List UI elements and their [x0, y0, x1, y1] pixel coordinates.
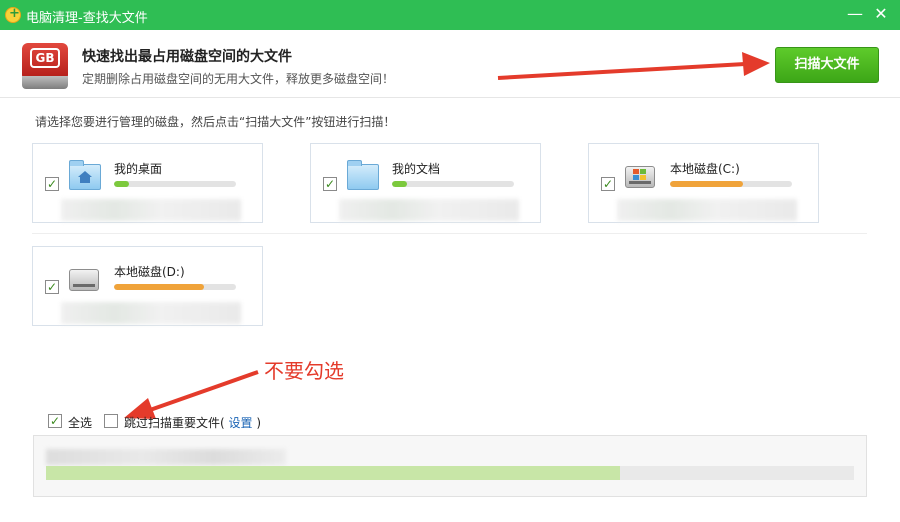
divider: [32, 233, 867, 234]
annotation-dont-check: 不要勾选: [264, 359, 344, 383]
select-all-label[interactable]: 全选: [68, 414, 92, 431]
window-title: 电脑清理-查找大文件: [26, 11, 148, 26]
drive-name: 我的文档: [392, 162, 441, 176]
drive-usage-bar: [670, 181, 792, 187]
settings-link[interactable]: 设置: [229, 416, 253, 430]
arrow-to-skip-checkbox: [124, 370, 259, 419]
drive-info-blurred: [617, 199, 797, 221]
drive-name: 我的桌面: [114, 162, 163, 176]
instruction-text: 请选择您要进行管理的磁盘，然后点击“扫描大文件”按钮进行扫描！: [35, 115, 396, 129]
drive-checkbox[interactable]: ✓: [323, 177, 337, 191]
close-button[interactable]: ✕: [870, 4, 892, 26]
progress-status-blurred: [46, 449, 286, 465]
large-file-gb-icon: GB: [22, 43, 68, 89]
drive-info-blurred: [61, 302, 241, 324]
drive-name: 本地磁盘(C:): [670, 162, 740, 176]
drive-card-desktop[interactable]: ✓ 我的桌面: [32, 143, 263, 223]
drive-card-d[interactable]: ✓ 本地磁盘(D:): [32, 246, 263, 326]
drive-info-blurred: [339, 199, 519, 221]
system-drive-icon: [625, 160, 657, 190]
drive-checkbox[interactable]: ✓: [45, 280, 59, 294]
title-bar: 电脑清理-查找大文件 — ✕: [0, 0, 900, 30]
scan-progress-fill: [46, 466, 620, 480]
drive-usage-bar: [114, 284, 236, 290]
app-logo-icon: [5, 6, 21, 23]
documents-folder-icon: [347, 160, 379, 190]
drive-card-c[interactable]: ✓ 本地磁盘(C:): [588, 143, 819, 223]
drive-usage-bar: [114, 181, 236, 187]
skip-important-close-paren: ): [256, 416, 262, 430]
skip-important-files-checkbox[interactable]: [104, 414, 118, 428]
drive-card-documents[interactable]: ✓ 我的文档: [310, 143, 541, 223]
skip-important-files-label[interactable]: 跳过扫描重要文件( 设置 ): [124, 414, 261, 431]
header-title: 快速找出最占用磁盘空间的大文件: [82, 49, 292, 65]
drive-checkbox[interactable]: ✓: [45, 177, 59, 191]
hard-drive-icon: [69, 263, 101, 293]
scan-large-files-button[interactable]: 扫描大文件: [775, 47, 879, 83]
scan-progress-panel: [33, 435, 867, 497]
drive-name: 本地磁盘(D:): [114, 265, 185, 279]
header: GB 快速找出最占用磁盘空间的大文件 定期删除占用磁盘空间的无用大文件，释放更多…: [0, 30, 900, 98]
select-all-checkbox[interactable]: ✓: [48, 414, 62, 428]
drive-usage-bar: [392, 181, 514, 187]
skip-important-text: 跳过扫描重要文件(: [124, 416, 225, 430]
scan-progress-bar: [46, 466, 854, 480]
header-subtitle: 定期删除占用磁盘空间的无用大文件，释放更多磁盘空间！: [82, 72, 395, 86]
drive-checkbox[interactable]: ✓: [601, 177, 615, 191]
desktop-folder-icon: [69, 160, 101, 190]
drive-info-blurred: [61, 199, 241, 221]
minimize-button[interactable]: —: [844, 4, 866, 26]
